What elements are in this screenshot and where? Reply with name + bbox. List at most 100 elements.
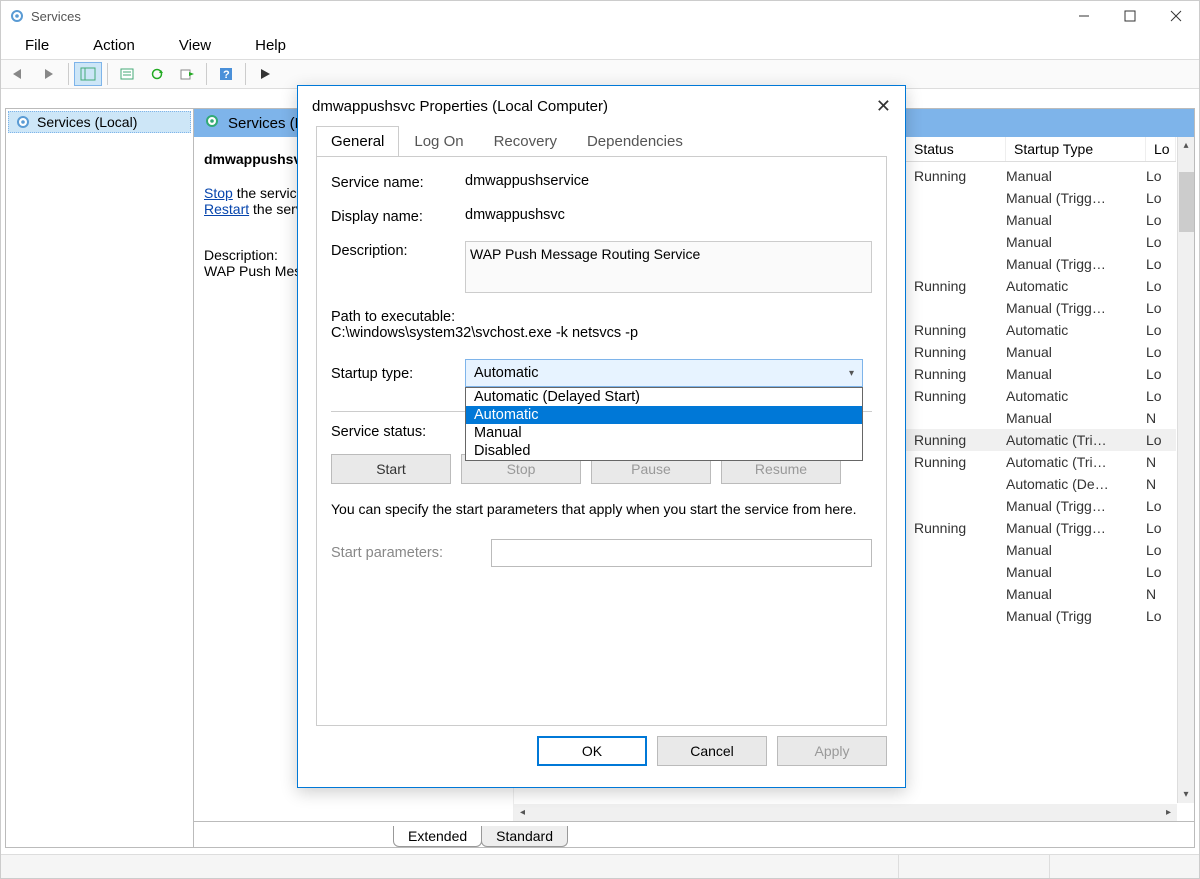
table-row[interactable]: Automatic (De…N (906, 473, 1176, 495)
cancel-button[interactable]: Cancel (657, 736, 767, 766)
table-row[interactable]: Manual (Trigg…Lo (906, 253, 1176, 275)
menu-help[interactable]: Help (235, 35, 306, 56)
cell-logon: Lo (1146, 300, 1176, 316)
scroll-left-icon[interactable]: ◂ (514, 807, 531, 818)
cell-logon: N (1146, 454, 1176, 470)
table-row[interactable]: Manual (Trigg…Lo (906, 297, 1176, 319)
description-textarea[interactable]: WAP Push Message Routing Service (465, 241, 872, 293)
table-row[interactable]: ManualN (906, 407, 1176, 429)
tab-extended[interactable]: Extended (393, 826, 482, 847)
tab-general[interactable]: General (316, 126, 399, 157)
cell-startup: Automatic (1006, 278, 1146, 294)
scroll-thumb[interactable] (1179, 172, 1194, 232)
cell-startup: Manual (1006, 234, 1146, 250)
close-button[interactable] (1153, 1, 1199, 31)
separator-icon (68, 63, 69, 85)
col-startup-type[interactable]: Startup Type (1006, 137, 1146, 161)
table-row[interactable]: RunningManualLo (906, 363, 1176, 385)
maximize-button[interactable] (1107, 1, 1153, 31)
cell-startup: Manual (Trigg… (1006, 256, 1146, 272)
dialog-title: dmwappushsvc Properties (Local Computer) (312, 98, 608, 115)
properties-button[interactable] (113, 62, 141, 86)
start-params-hint: You can specify the start parameters tha… (331, 500, 872, 519)
cell-status: Running (906, 432, 1006, 448)
table-row[interactable]: RunningAutomaticLo (906, 275, 1176, 297)
table-row[interactable]: Manual (Trigg…Lo (906, 187, 1176, 209)
table-row[interactable]: ManualN (906, 583, 1176, 605)
table-row[interactable]: RunningAutomatic (Tri…Lo (906, 429, 1176, 451)
forward-button[interactable] (35, 62, 63, 86)
table-row[interactable]: Manual (Trigg…Lo (906, 495, 1176, 517)
scroll-down-icon[interactable]: ▾ (1178, 786, 1194, 803)
start-service-button[interactable] (251, 62, 279, 86)
service-name-value: dmwappushservice (465, 173, 872, 189)
start-params-input[interactable] (491, 539, 872, 567)
table-row[interactable]: ManualLo (906, 209, 1176, 231)
table-row[interactable]: RunningManualLo (906, 341, 1176, 363)
col-status[interactable]: Status (906, 137, 1006, 161)
scroll-up-icon[interactable]: ▴ (1178, 137, 1194, 154)
cell-startup: Manual (1006, 344, 1146, 360)
menu-view[interactable]: View (159, 35, 231, 56)
minimize-button[interactable] (1061, 1, 1107, 31)
list-rows: RunningManualLoManual (Trigg…LoManualLoM… (906, 165, 1176, 627)
list-header[interactable]: Status Startup Type Lo (906, 137, 1176, 162)
services-app-icon (9, 8, 25, 24)
cell-startup: Automatic (Tri… (1006, 454, 1146, 470)
cell-startup: Manual (1006, 168, 1146, 184)
tab-body: Service name: dmwappushservice Display n… (316, 156, 887, 726)
path-label: Path to executable: (331, 309, 872, 325)
tab-recovery[interactable]: Recovery (479, 126, 572, 157)
startup-options-list[interactable]: Automatic (Delayed Start)AutomaticManual… (465, 387, 863, 461)
vertical-scrollbar[interactable]: ▴ ▾ (1177, 137, 1194, 803)
startup-option[interactable]: Automatic (Delayed Start) (466, 388, 862, 406)
cell-status: Running (906, 322, 1006, 338)
help-button[interactable]: ? (212, 62, 240, 86)
menu-file[interactable]: File (5, 35, 69, 56)
export-button[interactable] (173, 62, 201, 86)
table-row[interactable]: RunningAutomaticLo (906, 385, 1176, 407)
restart-link[interactable]: Restart (204, 201, 249, 217)
tree-item-services-local[interactable]: Services (Local) (8, 111, 191, 133)
table-row[interactable]: RunningAutomaticLo (906, 319, 1176, 341)
startup-option[interactable]: Manual (466, 424, 862, 442)
start-button[interactable]: Start (331, 454, 451, 484)
service-status-label: Service status: (331, 424, 465, 440)
dialog-footer: OK Cancel Apply (298, 726, 905, 766)
cell-startup: Manual (1006, 542, 1146, 558)
tab-dependencies[interactable]: Dependencies (572, 126, 698, 157)
apply-button[interactable]: Apply (777, 736, 887, 766)
cell-status (906, 564, 1006, 580)
startup-type-dropdown[interactable]: Automatic ▾ Automatic (Delayed Start)Aut… (465, 359, 863, 387)
startup-option[interactable]: Automatic (466, 406, 862, 424)
table-row[interactable]: ManualLo (906, 231, 1176, 253)
ok-button[interactable]: OK (537, 736, 647, 766)
dialog-close-button[interactable]: ✕ (876, 96, 891, 117)
tab-standard[interactable]: Standard (481, 826, 568, 847)
table-row[interactable]: Manual (TriggLo (906, 605, 1176, 627)
separator-icon (245, 63, 246, 85)
stop-link[interactable]: Stop (204, 185, 233, 201)
table-row[interactable]: ManualLo (906, 561, 1176, 583)
separator-icon (107, 63, 108, 85)
table-row[interactable]: ManualLo (906, 539, 1176, 561)
cell-startup: Manual (Trigg… (1006, 520, 1146, 536)
tab-logon[interactable]: Log On (399, 126, 478, 157)
stop-suffix: the service (233, 185, 305, 201)
table-row[interactable]: RunningManualLo (906, 165, 1176, 187)
statusbar (1, 854, 1199, 878)
table-row[interactable]: RunningAutomatic (Tri…N (906, 451, 1176, 473)
menu-action[interactable]: Action (73, 35, 155, 56)
cell-status: Running (906, 278, 1006, 294)
cell-logon: Lo (1146, 542, 1176, 558)
col-logon[interactable]: Lo (1146, 137, 1176, 161)
start-params-label: Start parameters: (331, 545, 491, 561)
show-tree-button[interactable] (74, 62, 102, 86)
back-button[interactable] (5, 62, 33, 86)
horizontal-scrollbar[interactable]: ◂ ▸ (514, 804, 1177, 821)
scroll-right-icon[interactable]: ▸ (1160, 807, 1177, 818)
refresh-button[interactable] (143, 62, 171, 86)
startup-option[interactable]: Disabled (466, 442, 862, 460)
cell-startup: Automatic (1006, 388, 1146, 404)
table-row[interactable]: RunningManual (Trigg…Lo (906, 517, 1176, 539)
